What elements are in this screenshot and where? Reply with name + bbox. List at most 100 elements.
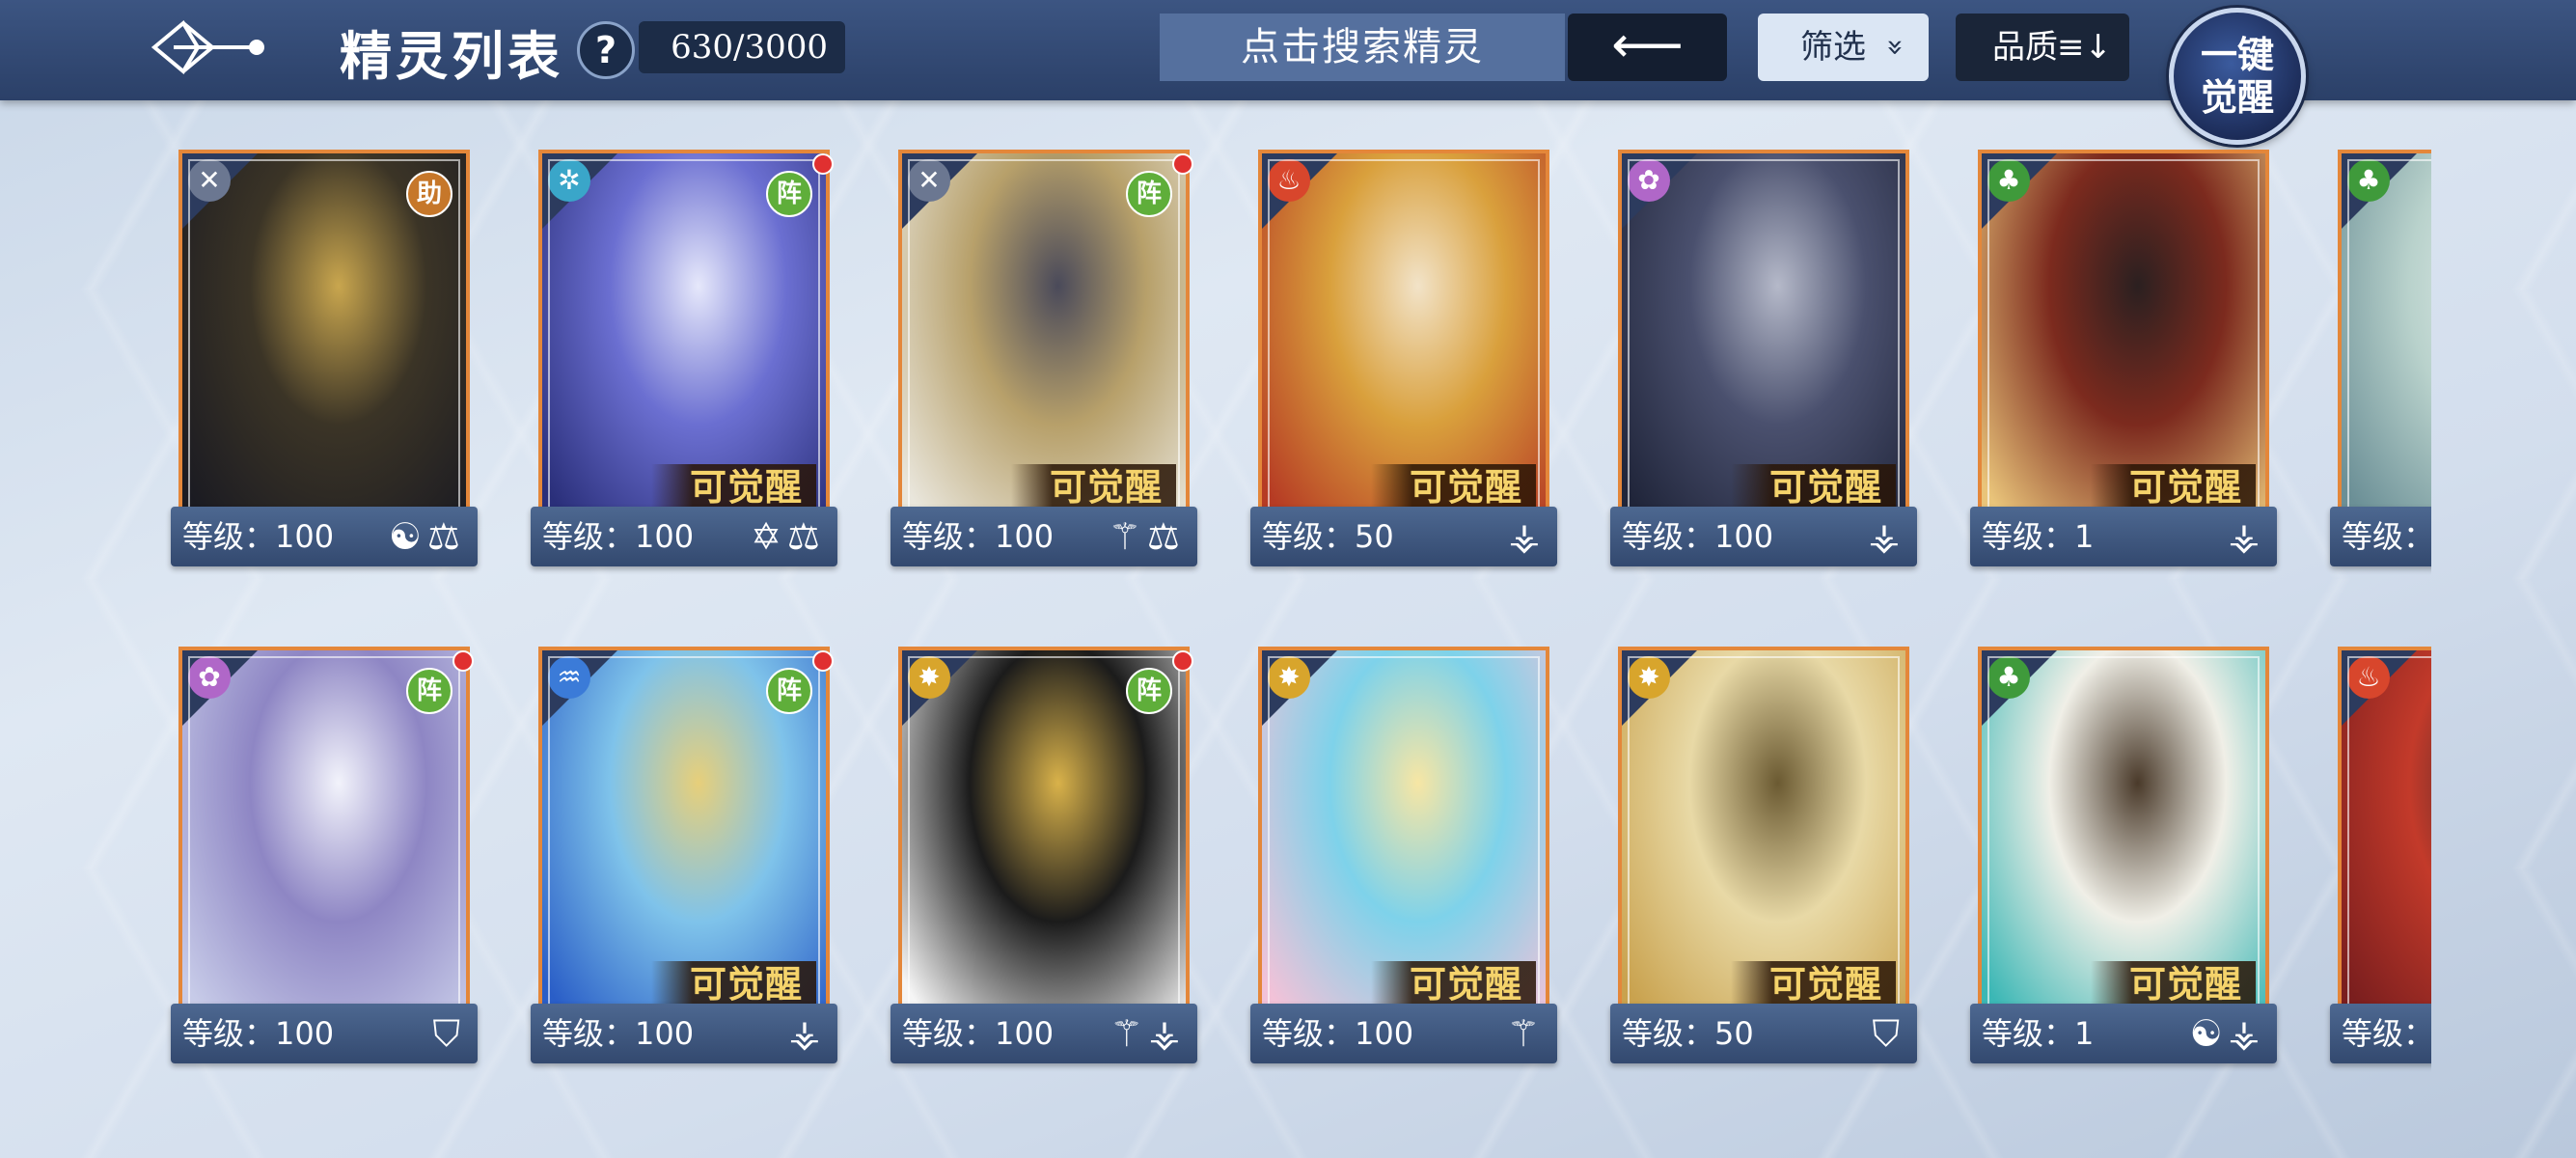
spirit-card[interactable]: ✿ 可觉醒 等级：100 ⚶	[1601, 150, 1927, 574]
element-icon: ♣	[2347, 159, 2390, 202]
spirit-card[interactable]: ✲ 阵可觉醒等级：100 ✡⚖	[521, 150, 847, 574]
class-icons: ⚚⚶	[1110, 1012, 1186, 1055]
role-badge: 阵	[766, 171, 812, 217]
awakenable-label: 可觉醒	[1010, 464, 1176, 510]
notification-dot	[1172, 650, 1193, 672]
spirit-portrait	[902, 650, 1186, 1029]
element-corner	[902, 650, 977, 726]
level-label: 等级：1	[1982, 1015, 2095, 1052]
role-badge: 阵	[406, 668, 452, 714]
role-badge: 阵	[1126, 171, 1172, 217]
spirit-portrait	[182, 650, 466, 1029]
class-icons: ✡⚖	[751, 515, 826, 558]
spirit-portrait-frame: ♨ 可觉醒	[1258, 150, 1549, 536]
awakenable-label: 可觉醒	[1730, 961, 1896, 1007]
spirit-portrait-frame: ♨	[2338, 647, 2431, 1033]
level-label: 等级：100	[542, 518, 695, 555]
class-icons: ⚶	[788, 1012, 826, 1055]
spirit-portrait-frame: ✸ 阵	[898, 647, 1190, 1033]
spirit-portrait	[1622, 153, 1905, 532]
spirit-portrait-frame: ✕ 助	[178, 150, 470, 536]
spirit-card[interactable]: ✿ 阵等级：100 ⛉	[161, 647, 487, 1071]
element-corner	[1622, 650, 1697, 726]
element-icon: ♨	[2347, 656, 2390, 699]
awakenable-label: 可觉醒	[2090, 464, 2256, 510]
level-label: 等级：	[2342, 1015, 2431, 1052]
element-icon: ✲	[548, 159, 590, 202]
level-label: 等级：50	[1622, 1015, 1754, 1052]
level-bar: 等级：50 ⚶	[1250, 507, 1557, 566]
element-corner	[1982, 153, 2057, 229]
spirit-card[interactable]: ♣ 可觉醒 等级：1 ☯⚶	[1960, 647, 2287, 1071]
level-label: 等级：100	[1622, 518, 1774, 555]
awakenable-label: 可觉醒	[1370, 464, 1536, 510]
level-bar: 等级：50 ⛉	[1610, 1004, 1917, 1063]
element-corner	[1262, 153, 1337, 229]
spirit-card[interactable]: ♒ 阵可觉醒等级：100 ⚶	[521, 647, 847, 1071]
spirit-card[interactable]: ✸ 可觉醒等级：50 ⛉	[1601, 647, 1927, 1071]
role-badge: 阵	[1126, 668, 1172, 714]
level-bar: 等级：	[2330, 507, 2431, 566]
level-label: 等级：50	[1262, 518, 1394, 555]
spirit-card[interactable]: ♨ 可觉醒 等级：50 ⚶	[1241, 150, 1567, 574]
element-corner	[542, 650, 617, 726]
element-corner	[182, 153, 258, 229]
spirit-card[interactable]: ✸ 可觉醒 等级：100 ⚚	[1241, 647, 1567, 1071]
level-label: 等级：	[2342, 518, 2431, 555]
element-icon: ✸	[908, 656, 950, 699]
level-bar: 等级：100 ☯⚖	[171, 507, 478, 566]
awakenable-label: 可觉醒	[650, 961, 816, 1007]
level-bar: 等级：100 ⚶	[531, 1004, 837, 1063]
level-label: 等级：100	[542, 1015, 695, 1052]
spirit-card[interactable]: ✸ 阵等级：100 ⚚⚶	[881, 647, 1207, 1071]
awakenable-label: 可觉醒	[650, 464, 816, 510]
spirit-grid: ✕ 助等级：100 ☯⚖ ✲ 阵可觉醒 等级：100 ✡⚖ ✕ 阵可觉醒 等级：100 ⚚⚖ ♨ 可觉醒…	[0, 0, 2431, 1158]
spirit-portrait	[542, 650, 826, 1029]
spirit-portrait-frame: ✸ 可觉醒	[1618, 647, 1909, 1033]
level-bar: 等级：1 ⚶	[1970, 507, 2277, 566]
class-icons: ⛉	[432, 1012, 466, 1055]
element-corner	[1622, 153, 1697, 229]
role-badge: 助	[406, 171, 452, 217]
spirit-portrait	[542, 153, 826, 532]
element-icon: ✕	[188, 159, 231, 202]
element-icon: ♣	[1987, 159, 2030, 202]
level-label: 等级：1	[1982, 518, 2095, 555]
awakenable-label: 可觉醒	[1370, 961, 1536, 1007]
spirit-portrait	[1262, 650, 1546, 1029]
spirit-card[interactable]: ♣ 可觉醒 等级：1 ⚶	[1960, 150, 2287, 574]
element-icon: ✸	[1628, 656, 1670, 699]
spirit-card[interactable]: ♣ 等级：	[2320, 150, 2431, 574]
spirit-portrait-frame: ♣ 可觉醒	[1978, 647, 2269, 1033]
level-label: 等级：100	[902, 518, 1055, 555]
level-label: 等级：100	[182, 1015, 335, 1052]
awakenable-label: 可觉醒	[2090, 961, 2256, 1007]
spirit-card[interactable]: ♨ 等级：	[2320, 647, 2431, 1071]
spirit-portrait-frame: ✕ 阵可觉醒	[898, 150, 1190, 536]
spirit-portrait	[2342, 153, 2431, 532]
level-bar: 等级：100 ⚚⚶	[891, 1004, 1197, 1063]
class-icons: ⛉	[1872, 1012, 1905, 1055]
spirit-card[interactable]: ✕ 阵可觉醒 等级：100 ⚚⚖	[881, 150, 1207, 574]
spirit-portrait-frame: ♒ 阵可觉醒	[538, 647, 830, 1033]
spirit-portrait	[1982, 650, 2265, 1029]
element-icon: ♒	[548, 656, 590, 699]
spirit-portrait-frame: ✿ 阵	[178, 647, 470, 1033]
element-corner	[542, 153, 617, 229]
spirit-card[interactable]: ✕ 助等级：100 ☯⚖	[161, 150, 487, 574]
element-corner	[2342, 153, 2417, 229]
level-bar: 等级：100 ⛉	[171, 1004, 478, 1063]
element-icon: ✕	[908, 159, 950, 202]
element-icon: ♣	[1987, 656, 2030, 699]
level-bar: 等级：100 ⚚⚖	[891, 507, 1197, 566]
level-bar: 等级：100 ✡⚖	[531, 507, 837, 566]
spirit-portrait	[182, 153, 466, 532]
level-bar: 等级：100 ⚶	[1610, 507, 1917, 566]
level-label: 等级：100	[182, 518, 335, 555]
spirit-portrait	[902, 153, 1186, 532]
role-badge: 阵	[766, 668, 812, 714]
element-corner	[182, 650, 258, 726]
spirit-portrait	[2342, 650, 2431, 1029]
element-icon: ♨	[1268, 159, 1310, 202]
level-label: 等级：100	[902, 1015, 1055, 1052]
